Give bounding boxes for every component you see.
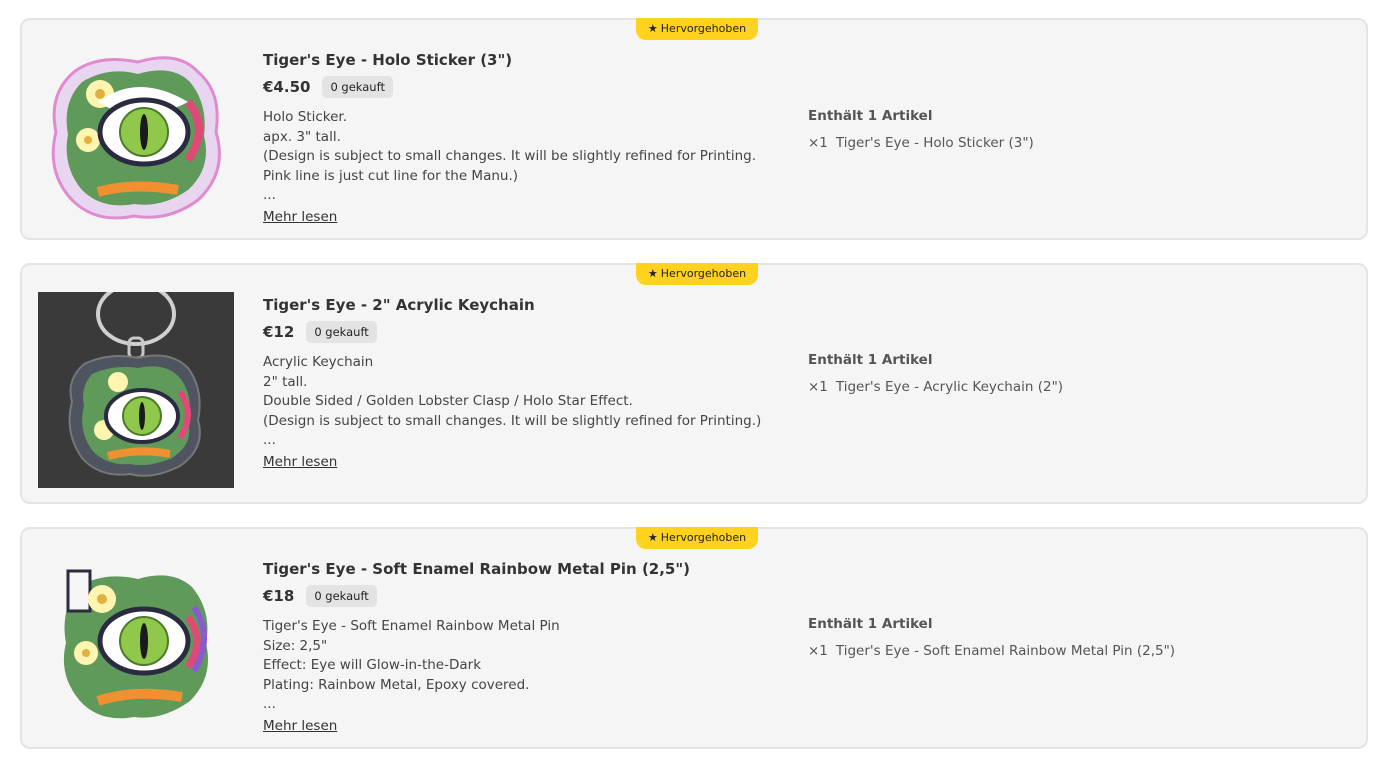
description-line: ... — [263, 696, 276, 712]
item-quantity: ×1 — [808, 135, 828, 151]
description-line: ... — [263, 187, 276, 203]
featured-badge-label: Hervorgehoben — [660, 531, 747, 544]
price-row: €12 0 gekauft — [263, 320, 783, 344]
product-list: ★ Hervorgehoben Tiger's Eye - Holo Sticke… — [0, 0, 1400, 768]
sold-count-badge: 0 gekauft — [306, 585, 377, 607]
bundle-contents: Enthält 1 Artikel ×1 Tiger's Eye - Holo S… — [808, 107, 1348, 152]
product-description: Acrylic Keychain 2" tall. Double Sided /… — [263, 353, 783, 451]
description-line: Size: 2,5" — [263, 637, 328, 654]
product-card[interactable]: ★ Hervorgehoben Tiger's Eye - 2" Acrylic … — [20, 263, 1368, 504]
description-line: (Design is subject to small changes. It … — [263, 148, 757, 184]
description-line: Tiger's Eye - Soft Enamel Rainbow Metal … — [263, 618, 560, 634]
product-price: €18 — [263, 587, 295, 605]
keychain-image[interactable] — [38, 282, 234, 488]
product-price: €4.50 — [263, 78, 311, 96]
contents-title: Enthält 1 Artikel — [808, 616, 933, 632]
description-line: (Design is subject to small changes. It … — [263, 412, 762, 429]
item-quantity: ×1 — [808, 643, 828, 659]
product-info: Tiger's Eye - Holo Sticker (3") €4.50 0 … — [263, 50, 783, 227]
item-name: Tiger's Eye - Acrylic Keychain (2") — [835, 379, 1064, 395]
star-icon: ★ — [647, 22, 658, 35]
price-row: €18 0 gekauft — [263, 584, 783, 608]
product-price: €12 — [263, 323, 295, 341]
product-card[interactable]: ★ Hervorgehoben Tiger's Eye - Holo Sticke… — [20, 18, 1368, 240]
bundle-contents: Enthält 1 Artikel ×1 Tiger's Eye - Acryli… — [808, 351, 1348, 396]
product-title[interactable]: Tiger's Eye - Soft Enamel Rainbow Metal … — [263, 559, 783, 579]
sticker-image[interactable] — [38, 32, 234, 228]
featured-badge: ★ Hervorgehoben — [636, 18, 758, 40]
product-info: Tiger's Eye - Soft Enamel Rainbow Metal … — [263, 559, 783, 736]
product-description: Holo Sticker. apx. 3" tall. (Design is s… — [263, 108, 783, 206]
item-name: Tiger's Eye - Soft Enamel Rainbow Metal … — [835, 643, 1176, 659]
contents-title: Enthält 1 Artikel — [808, 352, 933, 368]
read-more-link[interactable]: Mehr lesen — [263, 207, 337, 227]
description-line: Plating: Rainbow Metal, Epoxy covered. — [263, 676, 530, 693]
read-more-link[interactable]: Mehr lesen — [263, 716, 337, 736]
product-card[interactable]: ★ Hervorgehoben Tiger's Eye - Soft Enamel… — [20, 527, 1368, 749]
description-line: Double Sided / Golden Lobster Clasp / Ho… — [263, 393, 633, 409]
bundle-contents: Enthält 1 Artikel ×1 Tiger's Eye - Soft E… — [808, 615, 1348, 660]
product-title[interactable]: Tiger's Eye - Holo Sticker (3") — [263, 50, 783, 70]
description-line: apx. 3" tall. — [263, 128, 341, 145]
product-description: Tiger's Eye - Soft Enamel Rainbow Metal … — [263, 617, 783, 715]
star-icon: ★ — [647, 531, 658, 544]
product-info: Tiger's Eye - 2" Acrylic Keychain €12 0 … — [263, 295, 783, 472]
item-name: Tiger's Eye - Holo Sticker (3") — [835, 135, 1034, 151]
featured-badge: ★ Hervorgehoben — [636, 527, 758, 549]
description-line: Acrylic Keychain — [263, 354, 374, 370]
description-line: ... — [263, 432, 276, 448]
featured-badge: ★ Hervorgehoben — [636, 263, 758, 285]
featured-badge-label: Hervorgehoben — [660, 267, 747, 280]
contents-item: ×1 Tiger's Eye - Acrylic Keychain (2") — [808, 378, 1348, 396]
read-more-link[interactable]: Mehr lesen — [263, 452, 337, 472]
contents-item: ×1 Tiger's Eye - Soft Enamel Rainbow Meta… — [808, 642, 1348, 660]
sold-count-badge: 0 gekauft — [306, 321, 377, 343]
description-line: Holo Sticker. — [263, 109, 347, 125]
description-line: 2" tall. — [263, 373, 308, 390]
product-title[interactable]: Tiger's Eye - 2" Acrylic Keychain — [263, 295, 783, 315]
featured-badge-label: Hervorgehoben — [660, 22, 747, 35]
price-row: €4.50 0 gekauft — [263, 75, 783, 99]
star-icon: ★ — [647, 267, 658, 280]
sold-count-badge: 0 gekauft — [322, 76, 393, 98]
contents-title: Enthält 1 Artikel — [808, 108, 933, 124]
contents-item: ×1 Tiger's Eye - Holo Sticker (3") — [808, 134, 1348, 152]
description-line: Effect: Eye will Glow-in-the-Dark — [263, 657, 482, 673]
pin-image[interactable] — [38, 541, 234, 737]
item-quantity: ×1 — [808, 379, 828, 395]
